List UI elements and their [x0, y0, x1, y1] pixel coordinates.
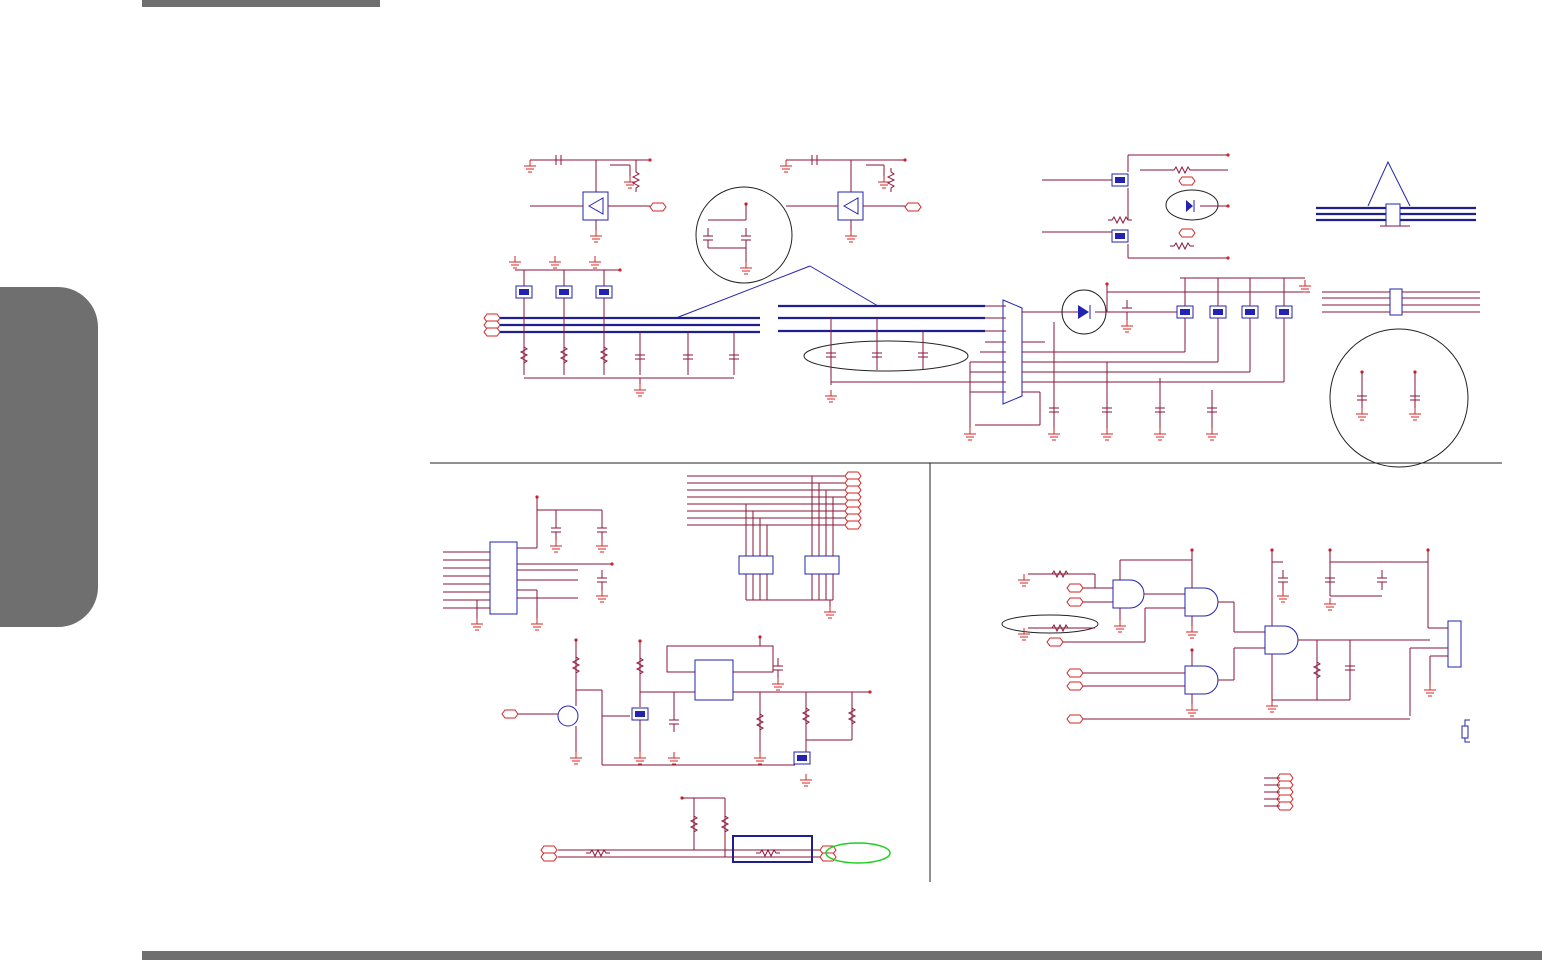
hsync-vsync-buffer: [1042, 153, 1230, 260]
rn-array-block: [687, 471, 862, 619]
schematic-diagram: [430, 153, 1502, 882]
ic-decoupling-block: [443, 495, 614, 631]
vga-connector: [963, 299, 1284, 441]
amplifier-circuit-2: [779, 155, 922, 243]
rgb-switch-fets: [483, 255, 760, 397]
amplifier-circuit-1: [523, 155, 667, 243]
highlight-ring: [825, 842, 891, 864]
logic-gate-network: [1001, 548, 1470, 811]
ddc-level-shift: [1061, 277, 1312, 382]
ferrite-bead-arrays: [1316, 160, 1480, 468]
power-switch-circuit: [501, 635, 872, 787]
filter-output-line: [540, 796, 891, 864]
vga-signal-bus: [778, 304, 985, 403]
